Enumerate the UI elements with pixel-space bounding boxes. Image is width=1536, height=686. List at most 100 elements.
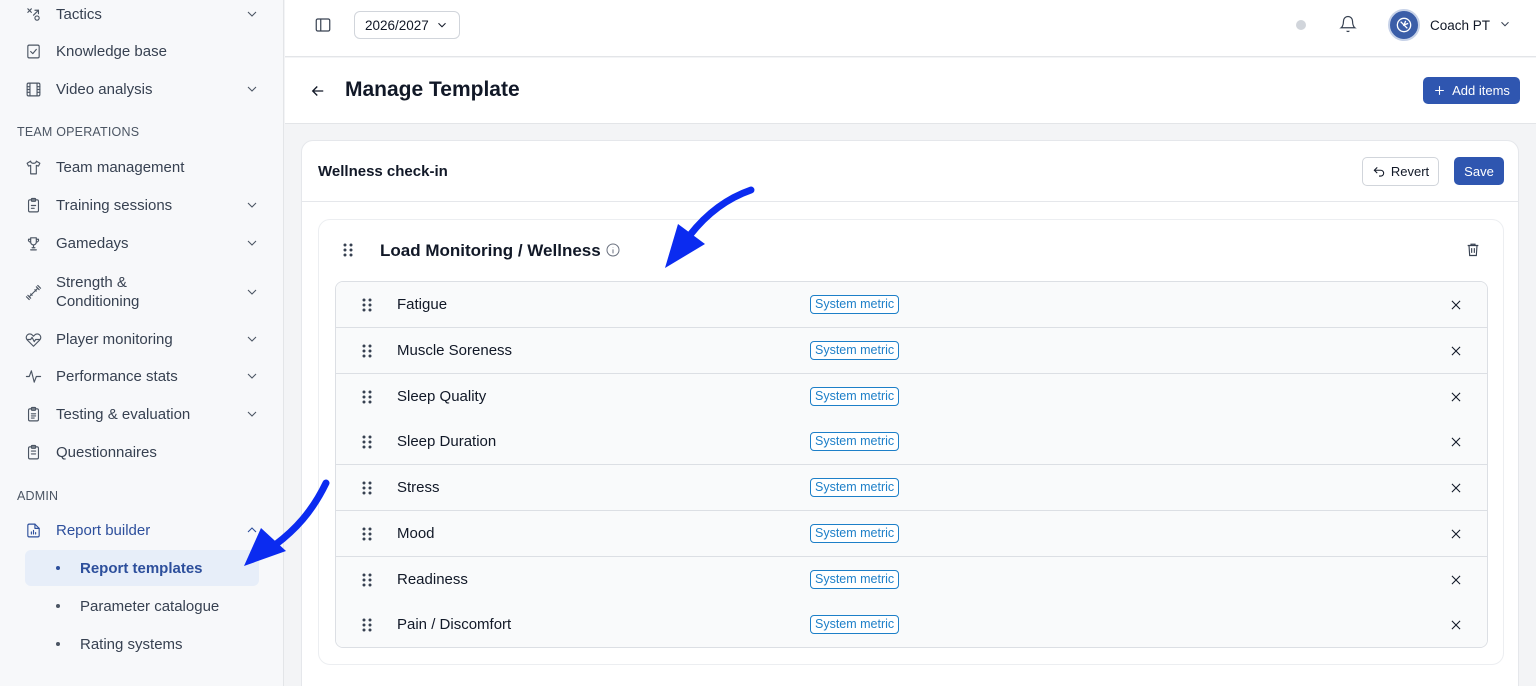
chevron-down-icon[interactable] (244, 284, 260, 300)
chevron-down-icon[interactable] (244, 235, 260, 251)
remove-icon[interactable] (1449, 573, 1463, 587)
metric-row: Pain / Discomfort System metric (336, 602, 1487, 647)
sidebar-item-label: Performance stats (56, 367, 178, 385)
chevron-down-icon[interactable] (244, 331, 260, 347)
sidebar-item-label: Gamedays (56, 234, 129, 252)
section-title: Load Monitoring / Wellness (380, 241, 601, 260)
sidebar-item-tactics[interactable]: Tactics (24, 0, 264, 32)
drag-handle-icon[interactable] (360, 297, 374, 313)
sidebar-item-knowledge-base[interactable]: Knowledge base (24, 33, 264, 69)
add-items-button[interactable]: Add items (1423, 77, 1520, 104)
sidebar-item-testing-evaluation[interactable]: Testing & evaluation (24, 396, 264, 432)
sidebar-item-questionnaires[interactable]: Questionnaires (24, 434, 264, 470)
remove-icon[interactable] (1449, 435, 1463, 449)
trash-icon[interactable] (1465, 241, 1481, 258)
label-line-2: Conditioning (56, 293, 140, 310)
sidebar-subitem-parameter-catalogue[interactable]: Parameter catalogue (25, 588, 259, 624)
add-items-label: Add items (1452, 83, 1510, 98)
metric-list: Fatigue System metric Muscle Soreness Syste… (335, 281, 1488, 648)
system-metric-badge: System metric (810, 340, 900, 360)
heart-pulse-icon (24, 330, 42, 348)
system-metric-badge: System metric (810, 615, 900, 635)
section-label-admin: ADMIN (17, 489, 59, 503)
metric-row: Stress System metric (336, 465, 1487, 511)
sidebar-subitem-report-templates[interactable]: Report templates (25, 550, 259, 586)
metric-name: Mood (397, 524, 435, 542)
sidebar-subitem-label: Rating systems (80, 635, 183, 653)
remove-icon[interactable] (1449, 527, 1463, 541)
revert-button[interactable]: Revert (1362, 157, 1439, 186)
sidebar-item-training-sessions[interactable]: Training sessions (24, 187, 264, 223)
chevron-down-icon (1490, 17, 1512, 34)
dumbbell-icon (24, 283, 42, 301)
metric-name: Stress (397, 479, 440, 496)
report-icon (24, 521, 42, 539)
sidebar: Tactics Knowledge base Video analysis TE… (0, 0, 284, 686)
system-metric-badge: System metric (810, 386, 900, 406)
sidebar-subitem-rating-systems[interactable]: Rating systems (25, 626, 259, 662)
metric-name: Sleep Duration (397, 433, 497, 451)
drag-handle-icon[interactable] (360, 572, 374, 588)
chevron-down-icon[interactable] (244, 197, 260, 213)
sidebar-item-gamedays[interactable]: Gamedays (24, 225, 264, 261)
template-name: Wellness check-in (318, 163, 448, 180)
system-metric-badge: System metric (810, 295, 900, 314)
shirt-icon (24, 158, 42, 176)
sidebar-item-video-analysis[interactable]: Video analysis (24, 71, 264, 107)
label-line-1: Strength & (56, 274, 127, 291)
season-select[interactable]: 2026/2027 (354, 11, 460, 39)
info-icon[interactable] (605, 242, 621, 258)
avatar (1388, 9, 1420, 41)
sidebar-item-report-builder[interactable]: Report builder (24, 512, 264, 548)
sidebar-item-label: Tactics (56, 5, 102, 23)
page-header: Manage Template Add items (285, 58, 1536, 124)
back-arrow-icon[interactable] (309, 82, 327, 100)
chevron-down-icon[interactable] (244, 406, 260, 422)
metric-name: Pain / Discomfort (397, 616, 512, 634)
save-button[interactable]: Save (1454, 157, 1504, 185)
system-metric-badge: System metric (810, 523, 900, 543)
sidebar-item-label: Knowledge base (56, 42, 167, 60)
plus-icon (1435, 86, 1444, 95)
remove-icon[interactable] (1449, 344, 1463, 358)
metric-name: Muscle Soreness (397, 341, 513, 359)
tactics-icon (24, 5, 42, 23)
chevron-up-icon[interactable] (244, 522, 260, 538)
remove-icon[interactable] (1449, 390, 1463, 404)
metric-row: Readiness System metric (336, 556, 1487, 603)
top-bar: 2026/2027 Coach PT (285, 0, 1536, 57)
sidebar-item-label: Training sessions (56, 196, 173, 214)
chevron-down-icon[interactable] (244, 368, 260, 384)
drag-handle-icon[interactable] (360, 617, 374, 633)
drag-handle-icon[interactable] (341, 242, 357, 258)
clipboard-check-icon (24, 443, 42, 461)
template-section: Load Monitoring / Wellness Fatigue System… (318, 219, 1504, 665)
remove-icon[interactable] (1449, 298, 1463, 312)
remove-icon[interactable] (1449, 618, 1463, 632)
drag-handle-icon[interactable] (360, 343, 374, 359)
bell-icon[interactable] (1339, 15, 1357, 33)
remove-icon[interactable] (1449, 481, 1463, 495)
sidebar-item-label: Player monitoring (56, 330, 173, 348)
sidebar-subitem-label: Report templates (80, 559, 203, 577)
status-indicator (1296, 20, 1306, 30)
drag-handle-icon[interactable] (360, 480, 374, 496)
drag-handle-icon[interactable] (360, 389, 374, 405)
system-metric-badge: System metric (810, 478, 900, 497)
sidebar-subitem-label: Parameter catalogue (80, 597, 220, 615)
chevron-down-icon[interactable] (244, 6, 260, 22)
sidebar-item-label: Questionnaires (56, 443, 157, 461)
drag-handle-icon[interactable] (360, 434, 374, 450)
metric-row: Mood System metric (336, 510, 1487, 557)
sidebar-item-player-monitoring[interactable]: Player monitoring (24, 321, 264, 357)
sidebar-item-team-management[interactable]: Team management (24, 149, 264, 185)
page-title: Manage Template (345, 78, 520, 101)
sidebar-item-strength-conditioning[interactable]: Strength & Conditioning (24, 272, 264, 312)
drag-handle-icon[interactable] (360, 526, 374, 542)
sidebar-toggle-icon[interactable] (314, 16, 332, 34)
sidebar-item-performance-stats[interactable]: Performance stats (24, 358, 264, 394)
chevron-down-icon[interactable] (244, 81, 260, 97)
bullet-icon (56, 642, 60, 646)
save-label: Save (1464, 163, 1494, 179)
user-menu[interactable]: Coach PT (1388, 9, 1512, 41)
